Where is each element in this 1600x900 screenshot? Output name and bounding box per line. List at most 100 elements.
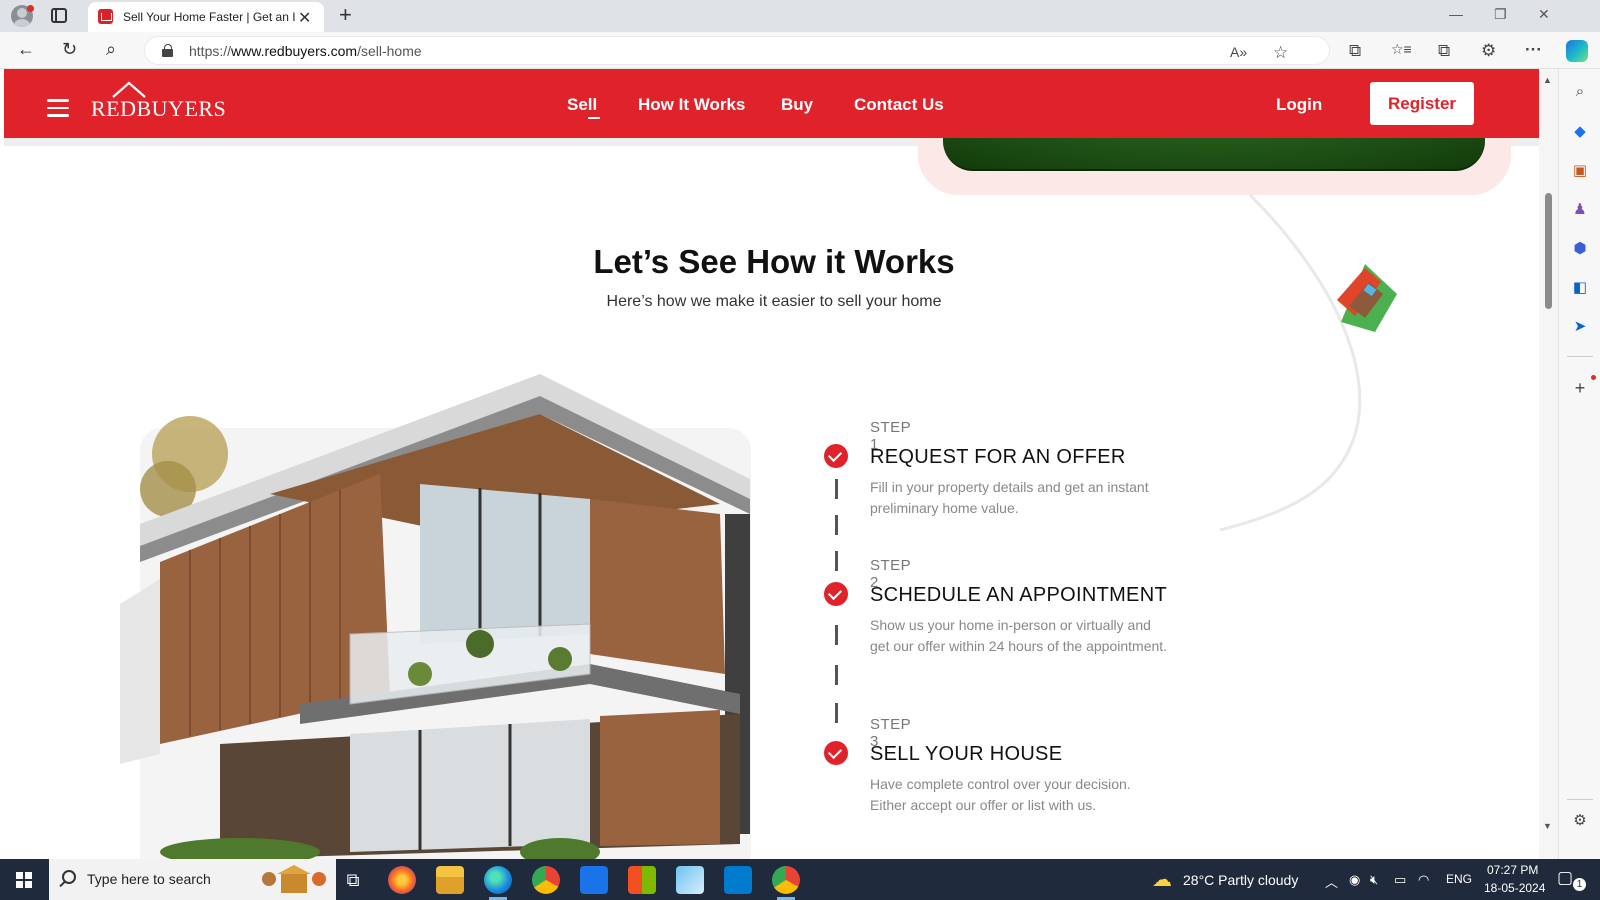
sidebar-search-icon[interactable]: ⌕ (1571, 83, 1589, 101)
meet-now-icon[interactable]: ◉ (1349, 872, 1360, 888)
clock-time[interactable]: 07:27 PM (1487, 863, 1538, 877)
browser-tab-bar: Sell Your Home Faster | Get an Instant O… (0, 0, 1600, 32)
weather-icon[interactable]: ☁ (1152, 867, 1172, 892)
clock-date[interactable]: 18-05-2024 (1484, 881, 1545, 895)
site-header: REDBUYERS Sell How It Works Buy Contact … (4, 69, 1539, 138)
split-screen-icon[interactable]: ⧉ (1349, 41, 1361, 61)
nav-how-it-works-link[interactable]: How It Works (638, 95, 745, 115)
extensions-icon[interactable]: ⚙ (1481, 41, 1496, 61)
sidebar-shopping-icon[interactable]: ◆ (1571, 123, 1589, 141)
step-2-check-icon (824, 582, 848, 606)
redbuyers-favicon-icon (98, 9, 113, 24)
sidebar-settings-gear-icon[interactable]: ⚙ (1571, 812, 1589, 830)
microsoft-store-icon[interactable] (628, 866, 656, 894)
notification-center-icon[interactable]: ▢ (1557, 868, 1573, 888)
notification-count-badge: 1 (1573, 878, 1586, 891)
more-options-icon[interactable]: ··· (1525, 40, 1542, 60)
copilot-icon[interactable] (1566, 40, 1588, 62)
favorites-icon[interactable]: ☆≡ (1391, 41, 1412, 58)
login-link[interactable]: Login (1276, 95, 1322, 115)
sidebar-microsoft365-icon[interactable]: ⬢ (1571, 240, 1589, 258)
favorite-star-icon[interactable]: ☆ (1273, 43, 1288, 63)
tab-actions-icon[interactable] (51, 8, 67, 23)
step-connector (835, 515, 838, 535)
language-indicator[interactable]: ENG (1446, 872, 1472, 886)
url-host: www.redbuyers.com (231, 43, 358, 59)
modern-house-illustration (120, 374, 750, 859)
browser-tab-active[interactable]: Sell Your Home Faster | Get an Instant O… (88, 2, 324, 32)
chrome-canary-icon[interactable] (772, 866, 800, 894)
section-title: Let’s See How it Works (593, 243, 955, 280)
nav-active-indicator (588, 117, 600, 119)
step-connector (835, 625, 838, 645)
scroll-up-arrow-icon[interactable]: ▲ (1543, 75, 1552, 85)
section-subtitle: Here’s how we make it easier to sell you… (606, 293, 942, 310)
mail-icon[interactable] (580, 866, 608, 894)
url-scheme: https:// (189, 43, 232, 59)
browser-toolbar: ← ↻ ⌕ https://www.redbuyers.com/sell-hom… (0, 32, 1600, 69)
edge-browser-icon[interactable] (484, 866, 512, 894)
battery-icon[interactable]: ▭ (1394, 872, 1406, 888)
windows-start-icon[interactable] (16, 872, 32, 888)
profile-notification-dot (27, 5, 34, 12)
scroll-down-arrow-icon[interactable]: ▼ (1543, 821, 1552, 831)
tab-title: Sell Your Home Faster | Get an Instant O… (123, 10, 295, 24)
sidebar-divider (1567, 356, 1593, 357)
close-window-button[interactable]: ✕ (1538, 6, 1550, 23)
nav-contact-us-link[interactable]: Contact Us (854, 95, 944, 115)
url-text[interactable]: https://www.redbuyers.com/sell-home (189, 43, 422, 59)
step-connector (835, 479, 838, 499)
search-icon[interactable]: ⌕ (106, 39, 116, 60)
refresh-icon[interactable]: ↻ (62, 39, 77, 60)
step-connector (835, 551, 838, 571)
sidebar-games-icon[interactable]: ♟ (1571, 201, 1589, 219)
logo-roof-icon (112, 81, 146, 98)
minimize-button[interactable]: — (1449, 6, 1463, 22)
chrome-icon[interactable] (532, 866, 560, 894)
step-2-title: SCHEDULE AN APPOINTMENT (870, 584, 1167, 606)
step-connector (835, 703, 838, 723)
taskbar-search-placeholder: Type here to search (87, 871, 211, 887)
file-explorer-icon[interactable] (436, 866, 464, 894)
sidebar-notification-dot (1591, 375, 1596, 380)
sidebar-tools-icon[interactable]: ▣ (1571, 162, 1589, 180)
weather-text[interactable]: 28°C Partly cloudy (1183, 872, 1298, 888)
taskbar-search-box[interactable]: Type here to search (49, 859, 336, 900)
logo-text: REDBUYERS (91, 96, 227, 121)
tab-close-icon[interactable]: ✕ (298, 8, 311, 28)
firefox-icon[interactable] (388, 866, 416, 894)
page-scrollbar[interactable]: ▲ ▼ (1539, 69, 1558, 859)
nav-buy-link[interactable]: Buy (781, 95, 813, 115)
page-viewport: REDBUYERS Sell How It Works Buy Contact … (0, 69, 1558, 859)
back-arrow-icon[interactable]: ← (17, 39, 35, 60)
step-3-description: Have complete control over your decision… (870, 776, 1131, 813)
volume-muted-icon[interactable]: 🔇︎ (1370, 872, 1378, 888)
task-view-icon[interactable]: ⧉ (339, 866, 367, 894)
address-bar-input[interactable]: https://www.redbuyers.com/sell-home A» ☆ (144, 36, 1330, 65)
redbuyers-logo[interactable]: REDBUYERS (91, 81, 227, 122)
taskbar-search-icon (62, 870, 76, 884)
sidebar-add-icon[interactable]: + (1571, 379, 1589, 397)
wifi-icon[interactable]: ◠ (1418, 872, 1429, 888)
collections-icon[interactable]: ⧉ (1438, 41, 1450, 61)
sidebar-send-icon[interactable]: ➤ (1571, 318, 1589, 336)
show-hidden-icons-chevron-icon[interactable]: ︿ (1325, 872, 1338, 891)
register-button[interactable]: Register (1370, 82, 1474, 125)
windows-taskbar: Type here to search ⧉ ☁ 28°C Partly clou… (0, 859, 1600, 900)
step-1-title: REQUEST FOR AN OFFER (870, 446, 1126, 468)
step-3-title: SELL YOUR HOUSE (870, 743, 1063, 765)
hamburger-menu-icon[interactable] (47, 99, 69, 117)
sidebar-outlook-icon[interactable]: ◧ (1571, 279, 1589, 297)
new-tab-button[interactable]: + (339, 2, 352, 28)
notes-app-icon[interactable] (676, 866, 704, 894)
scroll-thumb[interactable] (1545, 193, 1552, 309)
restore-button[interactable]: ❐ (1494, 6, 1507, 23)
lock-icon[interactable] (162, 44, 174, 57)
step-3-check-icon (824, 741, 848, 765)
step-1-check-icon (824, 444, 848, 468)
read-aloud-icon[interactable]: A» (1230, 44, 1247, 60)
nav-sell-link[interactable]: Sell (567, 95, 597, 115)
step-2-description: Show us your home in-person or virtually… (870, 617, 1168, 654)
step-connector (835, 665, 838, 685)
vscode-icon[interactable] (724, 866, 752, 894)
